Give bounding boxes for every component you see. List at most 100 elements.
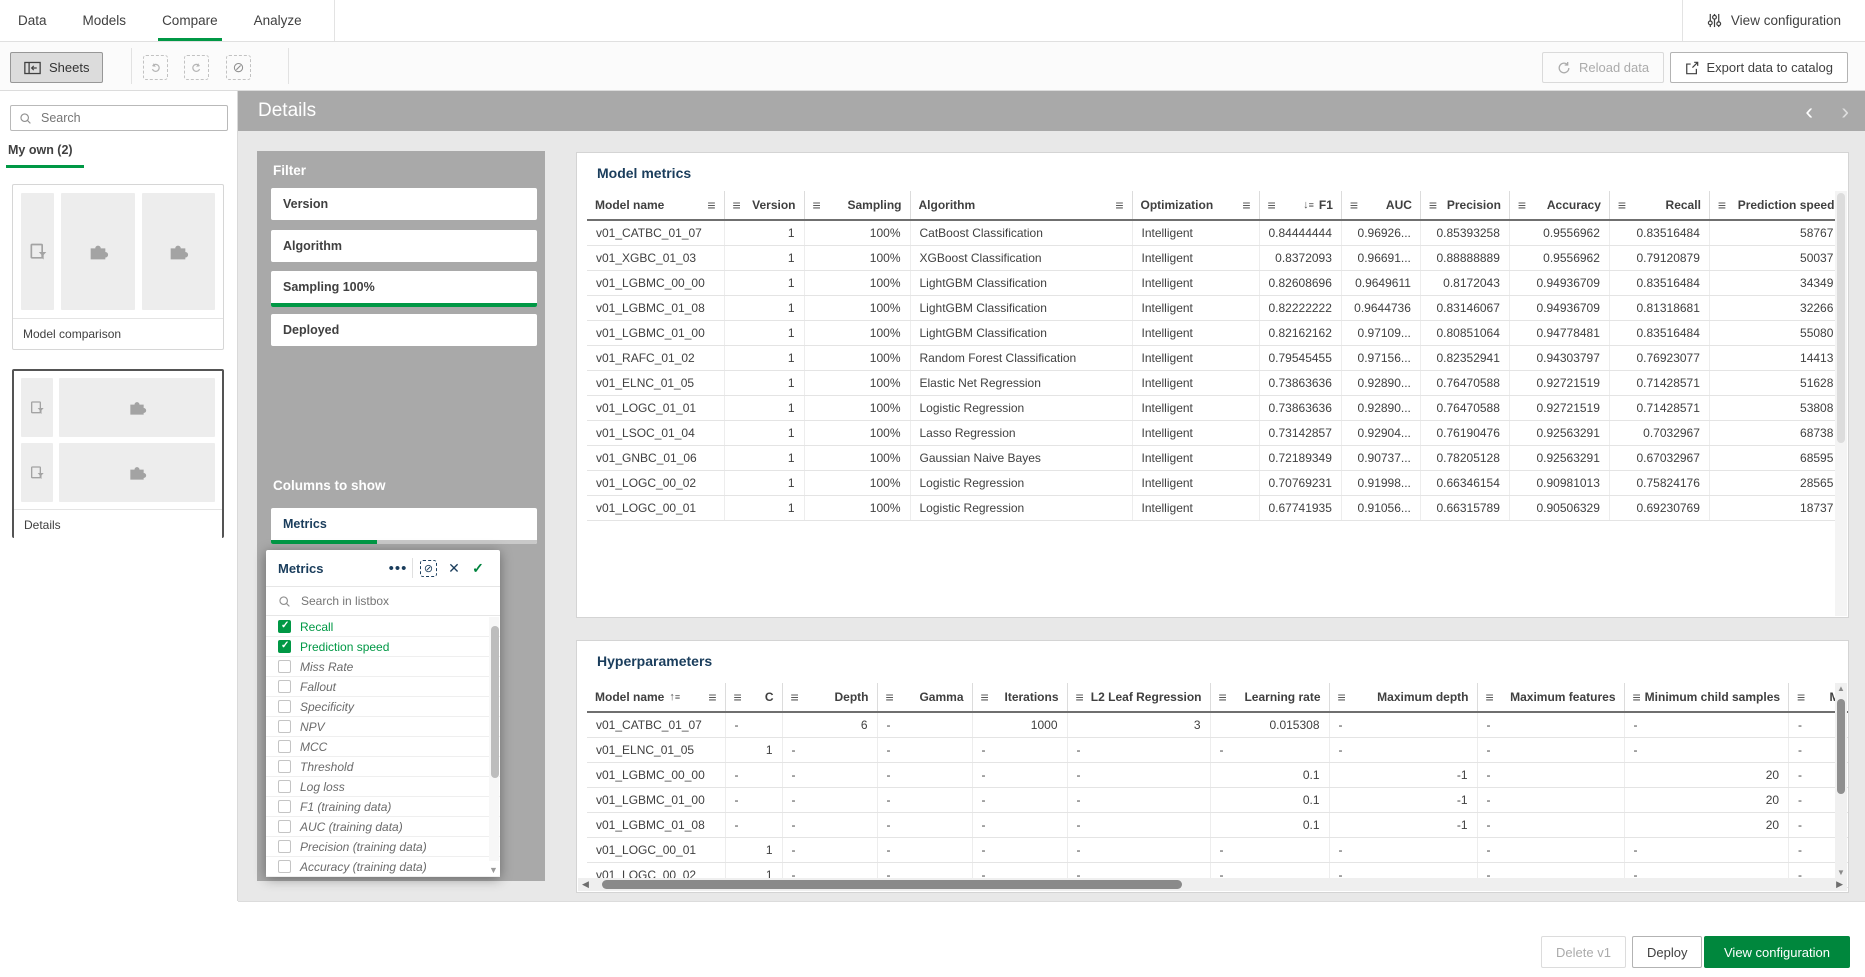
table-cell[interactable]: 1 bbox=[724, 220, 804, 245]
table-cell[interactable]: 100% bbox=[804, 495, 910, 520]
column-menu-icon[interactable]: ≡ bbox=[1618, 197, 1626, 213]
table-cell[interactable]: Intelligent bbox=[1132, 445, 1259, 470]
table-cell[interactable]: 0.67032967 bbox=[1609, 445, 1709, 470]
table-cell[interactable]: 0.1 bbox=[1210, 787, 1329, 812]
table-cell[interactable]: 18737 bbox=[1709, 495, 1842, 520]
table-cell[interactable]: 0.1 bbox=[1210, 812, 1329, 837]
table-cell[interactable]: Random Forest Classification bbox=[910, 345, 1132, 370]
listbox-item[interactable]: Precision (training data) bbox=[266, 837, 500, 857]
table-cell[interactable]: 0.76190476 bbox=[1420, 420, 1509, 445]
table-cell[interactable]: 1 bbox=[724, 470, 804, 495]
table-cell[interactable]: - bbox=[725, 787, 782, 812]
table-cell[interactable]: 34349 bbox=[1709, 270, 1842, 295]
table-cell[interactable]: v01_GNBC_01_06 bbox=[587, 445, 724, 470]
scroll-down-icon[interactable]: ▼ bbox=[1835, 868, 1847, 877]
column-menu-icon[interactable]: ≡ bbox=[708, 689, 716, 705]
table-cell[interactable]: 0.79545455 bbox=[1259, 345, 1341, 370]
table-cell[interactable]: - bbox=[972, 787, 1067, 812]
listbox-item[interactable]: MCC bbox=[266, 737, 500, 757]
table-cell[interactable]: Intelligent bbox=[1132, 470, 1259, 495]
column-menu-icon[interactable]: ≡ bbox=[1518, 197, 1526, 213]
table-cell[interactable]: - bbox=[877, 712, 972, 737]
next-sheet-chevron-icon[interactable]: › bbox=[1841, 95, 1849, 127]
tab-data[interactable]: Data bbox=[0, 0, 65, 41]
checkbox-unchecked-icon[interactable] bbox=[278, 780, 291, 793]
filter-metrics[interactable]: Metrics bbox=[271, 508, 537, 544]
scroll-down-icon[interactable]: ▼ bbox=[488, 865, 499, 875]
table-cell[interactable]: v01_LOGC_00_01 bbox=[587, 837, 725, 862]
table-cell[interactable]: 0.73142857 bbox=[1259, 420, 1341, 445]
table-cell[interactable]: 0.85393258 bbox=[1420, 220, 1509, 245]
table-cell[interactable]: - bbox=[1477, 712, 1624, 737]
step-back-icon[interactable] bbox=[143, 55, 168, 80]
checkbox-unchecked-icon[interactable] bbox=[278, 760, 291, 773]
table-cell[interactable]: - bbox=[877, 787, 972, 812]
column-menu-icon[interactable]: ≡ bbox=[1115, 197, 1123, 213]
horizontal-scrollbar[interactable]: ◀ ▶ bbox=[578, 878, 1847, 891]
listbox-item[interactable]: NPV bbox=[266, 717, 500, 737]
table-cell[interactable]: - bbox=[1067, 812, 1210, 837]
table-cell[interactable]: 1 bbox=[725, 837, 782, 862]
table-cell[interactable]: v01_LGBMC_01_08 bbox=[587, 812, 725, 837]
table-cell[interactable]: LightGBM Classification bbox=[910, 320, 1132, 345]
checkbox-unchecked-icon[interactable] bbox=[278, 700, 291, 713]
table-cell[interactable]: 0.66346154 bbox=[1420, 470, 1509, 495]
table-cell[interactable]: 100% bbox=[804, 345, 910, 370]
table-cell[interactable]: 100% bbox=[804, 395, 910, 420]
table-cell[interactable]: 32266 bbox=[1709, 295, 1842, 320]
column-header-accuracy[interactable]: ≡Accuracy bbox=[1509, 191, 1609, 220]
table-cell[interactable]: 68595 bbox=[1709, 445, 1842, 470]
table-cell[interactable]: - bbox=[1329, 712, 1477, 737]
column-menu-icon[interactable]: ≡ bbox=[1429, 197, 1437, 213]
table-cell[interactable]: - bbox=[782, 812, 877, 837]
table-cell[interactable]: - bbox=[1477, 737, 1624, 762]
table-cell[interactable]: 0.90981013 bbox=[1509, 470, 1609, 495]
view-configuration-button[interactable]: View configuration bbox=[1704, 936, 1850, 968]
table-cell[interactable]: 0.82608696 bbox=[1259, 270, 1341, 295]
checkbox-unchecked-icon[interactable] bbox=[278, 740, 291, 753]
table-cell[interactable]: 51628 bbox=[1709, 370, 1842, 395]
table-cell[interactable]: v01_LSOC_01_04 bbox=[587, 420, 724, 445]
table-cell[interactable]: 0.70769231 bbox=[1259, 470, 1341, 495]
export-data-button[interactable]: Export data to catalog bbox=[1670, 52, 1848, 83]
table-cell[interactable]: 0.92563291 bbox=[1509, 420, 1609, 445]
table-cell[interactable]: Intelligent bbox=[1132, 495, 1259, 520]
table-cell[interactable]: 1 bbox=[724, 270, 804, 295]
table-cell[interactable]: 0.71428571 bbox=[1609, 370, 1709, 395]
my-own-section-label[interactable]: My own (2) bbox=[8, 143, 73, 157]
table-cell[interactable]: - bbox=[1477, 787, 1624, 812]
table-cell[interactable]: 0.83516484 bbox=[1609, 220, 1709, 245]
filter-version[interactable]: Version bbox=[271, 188, 537, 220]
table-cell[interactable]: v01_XGBC_01_03 bbox=[587, 245, 724, 270]
column-menu-icon[interactable]: ≡ bbox=[1219, 689, 1227, 705]
table-cell[interactable]: 0.9644736 bbox=[1341, 295, 1420, 320]
checkbox-unchecked-icon[interactable] bbox=[278, 800, 291, 813]
table-cell[interactable]: Intelligent bbox=[1132, 395, 1259, 420]
table-cell[interactable]: 53808 bbox=[1709, 395, 1842, 420]
table-cell[interactable]: 100% bbox=[804, 295, 910, 320]
table-cell[interactable]: XGBoost Classification bbox=[910, 245, 1132, 270]
table-cell[interactable]: - bbox=[972, 837, 1067, 862]
table-cell[interactable]: 100% bbox=[804, 245, 910, 270]
vertical-scrollbar[interactable]: ▲ ▼ bbox=[1835, 683, 1847, 878]
table-cell[interactable]: 0.94936709 bbox=[1509, 270, 1609, 295]
table-cell[interactable]: 20 bbox=[1624, 787, 1789, 812]
listbox-item[interactable]: Prediction speed bbox=[266, 637, 500, 657]
table-cell[interactable]: 0.92904... bbox=[1341, 420, 1420, 445]
table-cell[interactable]: 0.92721519 bbox=[1509, 395, 1609, 420]
checkbox-checked-icon[interactable] bbox=[278, 620, 291, 633]
table-cell[interactable]: 0.97156... bbox=[1341, 345, 1420, 370]
column-header-iterations[interactable]: ≡Iterations bbox=[972, 683, 1067, 712]
table-cell[interactable]: 100% bbox=[804, 270, 910, 295]
scrollbar-thumb[interactable] bbox=[1837, 193, 1845, 443]
table-cell[interactable]: 100% bbox=[804, 420, 910, 445]
table-cell[interactable]: Intelligent bbox=[1132, 320, 1259, 345]
sheet-card-details[interactable]: Details bbox=[12, 369, 224, 538]
table-cell[interactable]: - bbox=[1624, 737, 1789, 762]
table-cell[interactable]: 0.76470588 bbox=[1420, 395, 1509, 420]
table-cell[interactable]: Intelligent bbox=[1132, 270, 1259, 295]
table-cell[interactable]: 1 bbox=[725, 737, 782, 762]
table-cell[interactable]: - bbox=[782, 837, 877, 862]
table-cell[interactable]: v01_LGBMC_00_00 bbox=[587, 762, 725, 787]
checkbox-checked-icon[interactable] bbox=[278, 640, 291, 653]
